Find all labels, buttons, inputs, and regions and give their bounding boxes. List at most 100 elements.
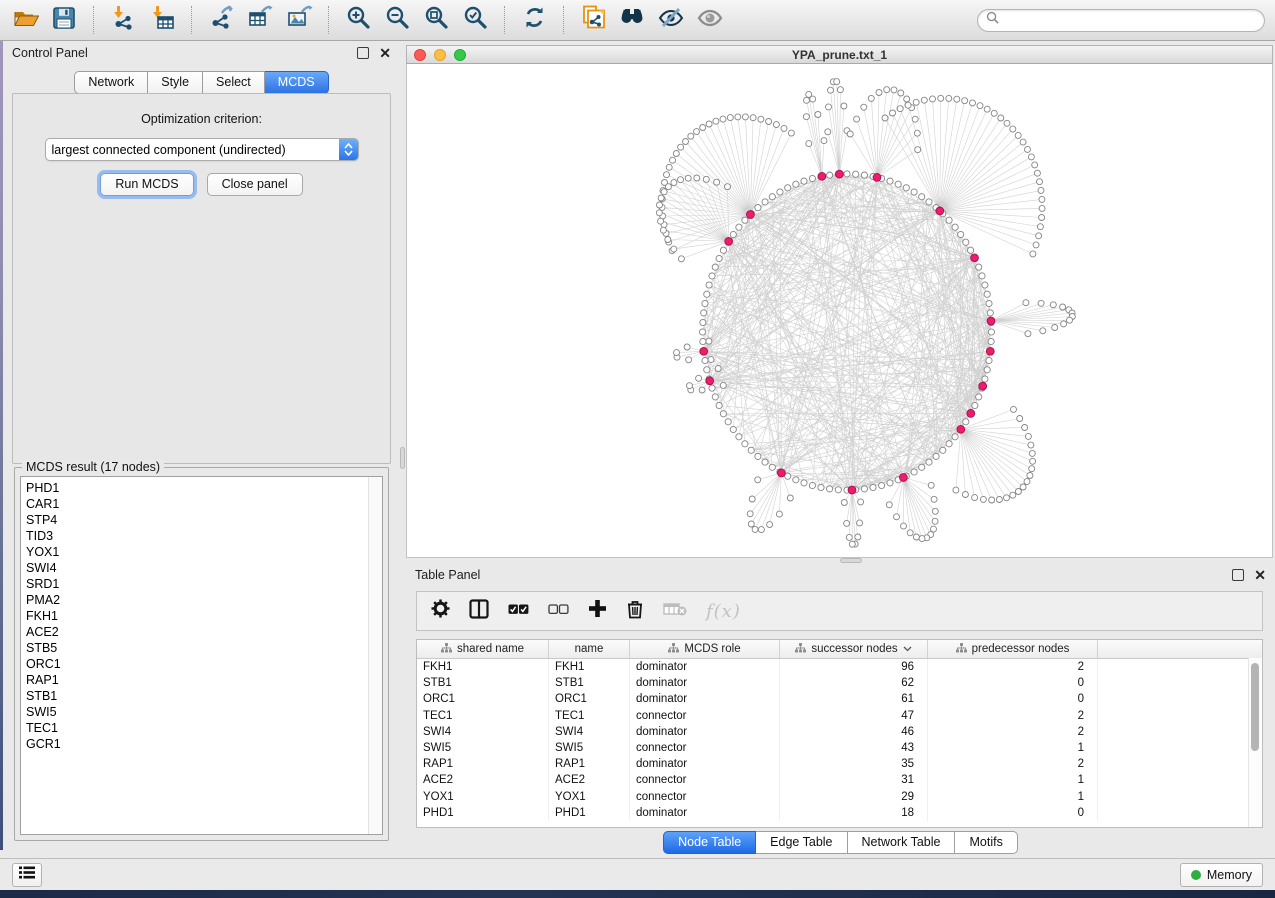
network-node[interactable] bbox=[725, 419, 731, 425]
network-node[interactable] bbox=[674, 350, 680, 356]
network-node[interactable] bbox=[970, 100, 976, 106]
network-node[interactable] bbox=[982, 376, 988, 382]
network-node[interactable] bbox=[701, 310, 707, 316]
cell-shared-name[interactable]: SWI4 bbox=[417, 724, 549, 740]
zoom-out-button[interactable] bbox=[382, 5, 412, 35]
cell-successor-nodes[interactable]: 29 bbox=[780, 789, 928, 805]
network-node[interactable] bbox=[1029, 450, 1035, 456]
zoom-selected-button[interactable] bbox=[460, 5, 490, 35]
cell-shared-name[interactable]: PHD1 bbox=[417, 805, 549, 821]
cell-predecessor-nodes[interactable]: 1 bbox=[928, 789, 1098, 805]
mcds-result-item[interactable]: PHD1 bbox=[26, 480, 368, 496]
network-node[interactable] bbox=[735, 114, 741, 120]
network-node[interactable] bbox=[853, 171, 859, 177]
cell-MCDS-role[interactable]: dominator bbox=[630, 805, 780, 821]
network-node[interactable] bbox=[661, 189, 667, 195]
network-node[interactable] bbox=[1038, 300, 1044, 306]
optimization-criterion-select[interactable]: largest connected component (undirected) bbox=[45, 138, 359, 161]
network-node[interactable] bbox=[915, 147, 921, 153]
cell-name[interactable]: FKH1 bbox=[549, 659, 630, 675]
dominator-node[interactable] bbox=[873, 174, 881, 182]
column-header-shared-name[interactable]: shared name bbox=[417, 640, 549, 658]
network-node[interactable] bbox=[694, 129, 700, 135]
table-row[interactable]: ACE2ACE2connector311 bbox=[417, 772, 1262, 788]
cell-MCDS-role[interactable]: connector bbox=[630, 772, 780, 788]
cell-name[interactable]: PHD1 bbox=[549, 805, 630, 821]
cell-name[interactable]: STB1 bbox=[549, 675, 630, 691]
network-node[interactable] bbox=[665, 184, 671, 190]
network-node[interactable] bbox=[700, 125, 706, 131]
network-node[interactable] bbox=[1067, 317, 1073, 323]
network-node[interactable] bbox=[742, 441, 748, 447]
network-node[interactable] bbox=[706, 282, 712, 288]
dominator-node[interactable] bbox=[747, 211, 755, 219]
cell-shared-name[interactable]: FKH1 bbox=[417, 659, 549, 675]
network-node[interactable] bbox=[1030, 458, 1036, 464]
network-node[interactable] bbox=[666, 164, 672, 170]
network-node[interactable] bbox=[1022, 425, 1028, 431]
network-node[interactable] bbox=[1025, 146, 1031, 152]
network-node[interactable] bbox=[1017, 416, 1023, 422]
network-node[interactable] bbox=[932, 518, 938, 524]
network-node[interactable] bbox=[891, 87, 897, 93]
network-node[interactable] bbox=[991, 110, 997, 116]
network-node[interactable] bbox=[834, 79, 840, 85]
cell-MCDS-role[interactable]: dominator bbox=[630, 659, 780, 675]
network-node[interactable] bbox=[758, 116, 764, 122]
close-panel-icon[interactable]: ✕ bbox=[379, 48, 391, 58]
tab-select[interactable]: Select bbox=[203, 71, 265, 94]
network-node[interactable] bbox=[825, 129, 831, 135]
network-node[interactable] bbox=[742, 114, 748, 120]
network-node[interactable] bbox=[758, 527, 764, 533]
network-node[interactable] bbox=[699, 387, 705, 393]
network-node[interactable] bbox=[958, 231, 964, 237]
cell-successor-nodes[interactable]: 35 bbox=[780, 756, 928, 772]
network-node[interactable] bbox=[982, 282, 988, 288]
network-node[interactable] bbox=[1010, 126, 1016, 132]
network-node[interactable] bbox=[940, 447, 946, 453]
network-node[interactable] bbox=[976, 394, 982, 400]
network-node[interactable] bbox=[986, 357, 992, 363]
cell-predecessor-nodes[interactable]: 0 bbox=[928, 675, 1098, 691]
network-node[interactable] bbox=[1023, 300, 1029, 306]
network-node[interactable] bbox=[755, 205, 761, 211]
network-node[interactable] bbox=[747, 511, 753, 517]
network-node[interactable] bbox=[968, 247, 974, 253]
network-node[interactable] bbox=[913, 534, 919, 540]
dominator-node[interactable] bbox=[987, 317, 995, 325]
network-node[interactable] bbox=[755, 453, 761, 459]
network-node[interactable] bbox=[755, 477, 761, 483]
dominator-node[interactable] bbox=[971, 254, 979, 262]
network-node[interactable] bbox=[678, 144, 684, 150]
network-node[interactable] bbox=[703, 176, 709, 182]
network-node[interactable] bbox=[1032, 162, 1038, 168]
network-node[interactable] bbox=[1028, 442, 1034, 448]
network-node[interactable] bbox=[996, 497, 1002, 503]
dominator-node[interactable] bbox=[967, 410, 975, 418]
network-node[interactable] bbox=[670, 157, 676, 163]
network-node[interactable] bbox=[963, 419, 969, 425]
network-node[interactable] bbox=[977, 103, 983, 109]
cell-name[interactable]: YOX1 bbox=[549, 789, 630, 805]
cell-successor-nodes[interactable]: 46 bbox=[780, 724, 928, 740]
cell-predecessor-nodes[interactable]: 1 bbox=[928, 740, 1098, 756]
network-node[interactable] bbox=[912, 116, 918, 122]
mcds-result-item[interactable]: PMA2 bbox=[26, 592, 368, 608]
network-node[interactable] bbox=[752, 526, 758, 532]
network-node[interactable] bbox=[1060, 304, 1066, 310]
network-node[interactable] bbox=[688, 133, 694, 139]
network-node[interactable] bbox=[671, 246, 677, 252]
open-file-button[interactable] bbox=[10, 5, 40, 35]
dominator-node[interactable] bbox=[848, 486, 856, 494]
network-node[interactable] bbox=[914, 130, 920, 136]
network-node[interactable] bbox=[809, 482, 815, 488]
network-node[interactable] bbox=[762, 459, 768, 465]
network-node[interactable] bbox=[963, 239, 969, 245]
mcds-result-item[interactable]: TID3 bbox=[26, 528, 368, 544]
show-column-panel-button[interactable] bbox=[469, 599, 489, 624]
network-node[interactable] bbox=[684, 344, 690, 350]
column-header-MCDS-role[interactable]: MCDS role bbox=[630, 640, 780, 658]
network-node[interactable] bbox=[709, 273, 715, 279]
network-node[interactable] bbox=[700, 338, 706, 344]
cell-MCDS-role[interactable]: dominator bbox=[630, 675, 780, 691]
